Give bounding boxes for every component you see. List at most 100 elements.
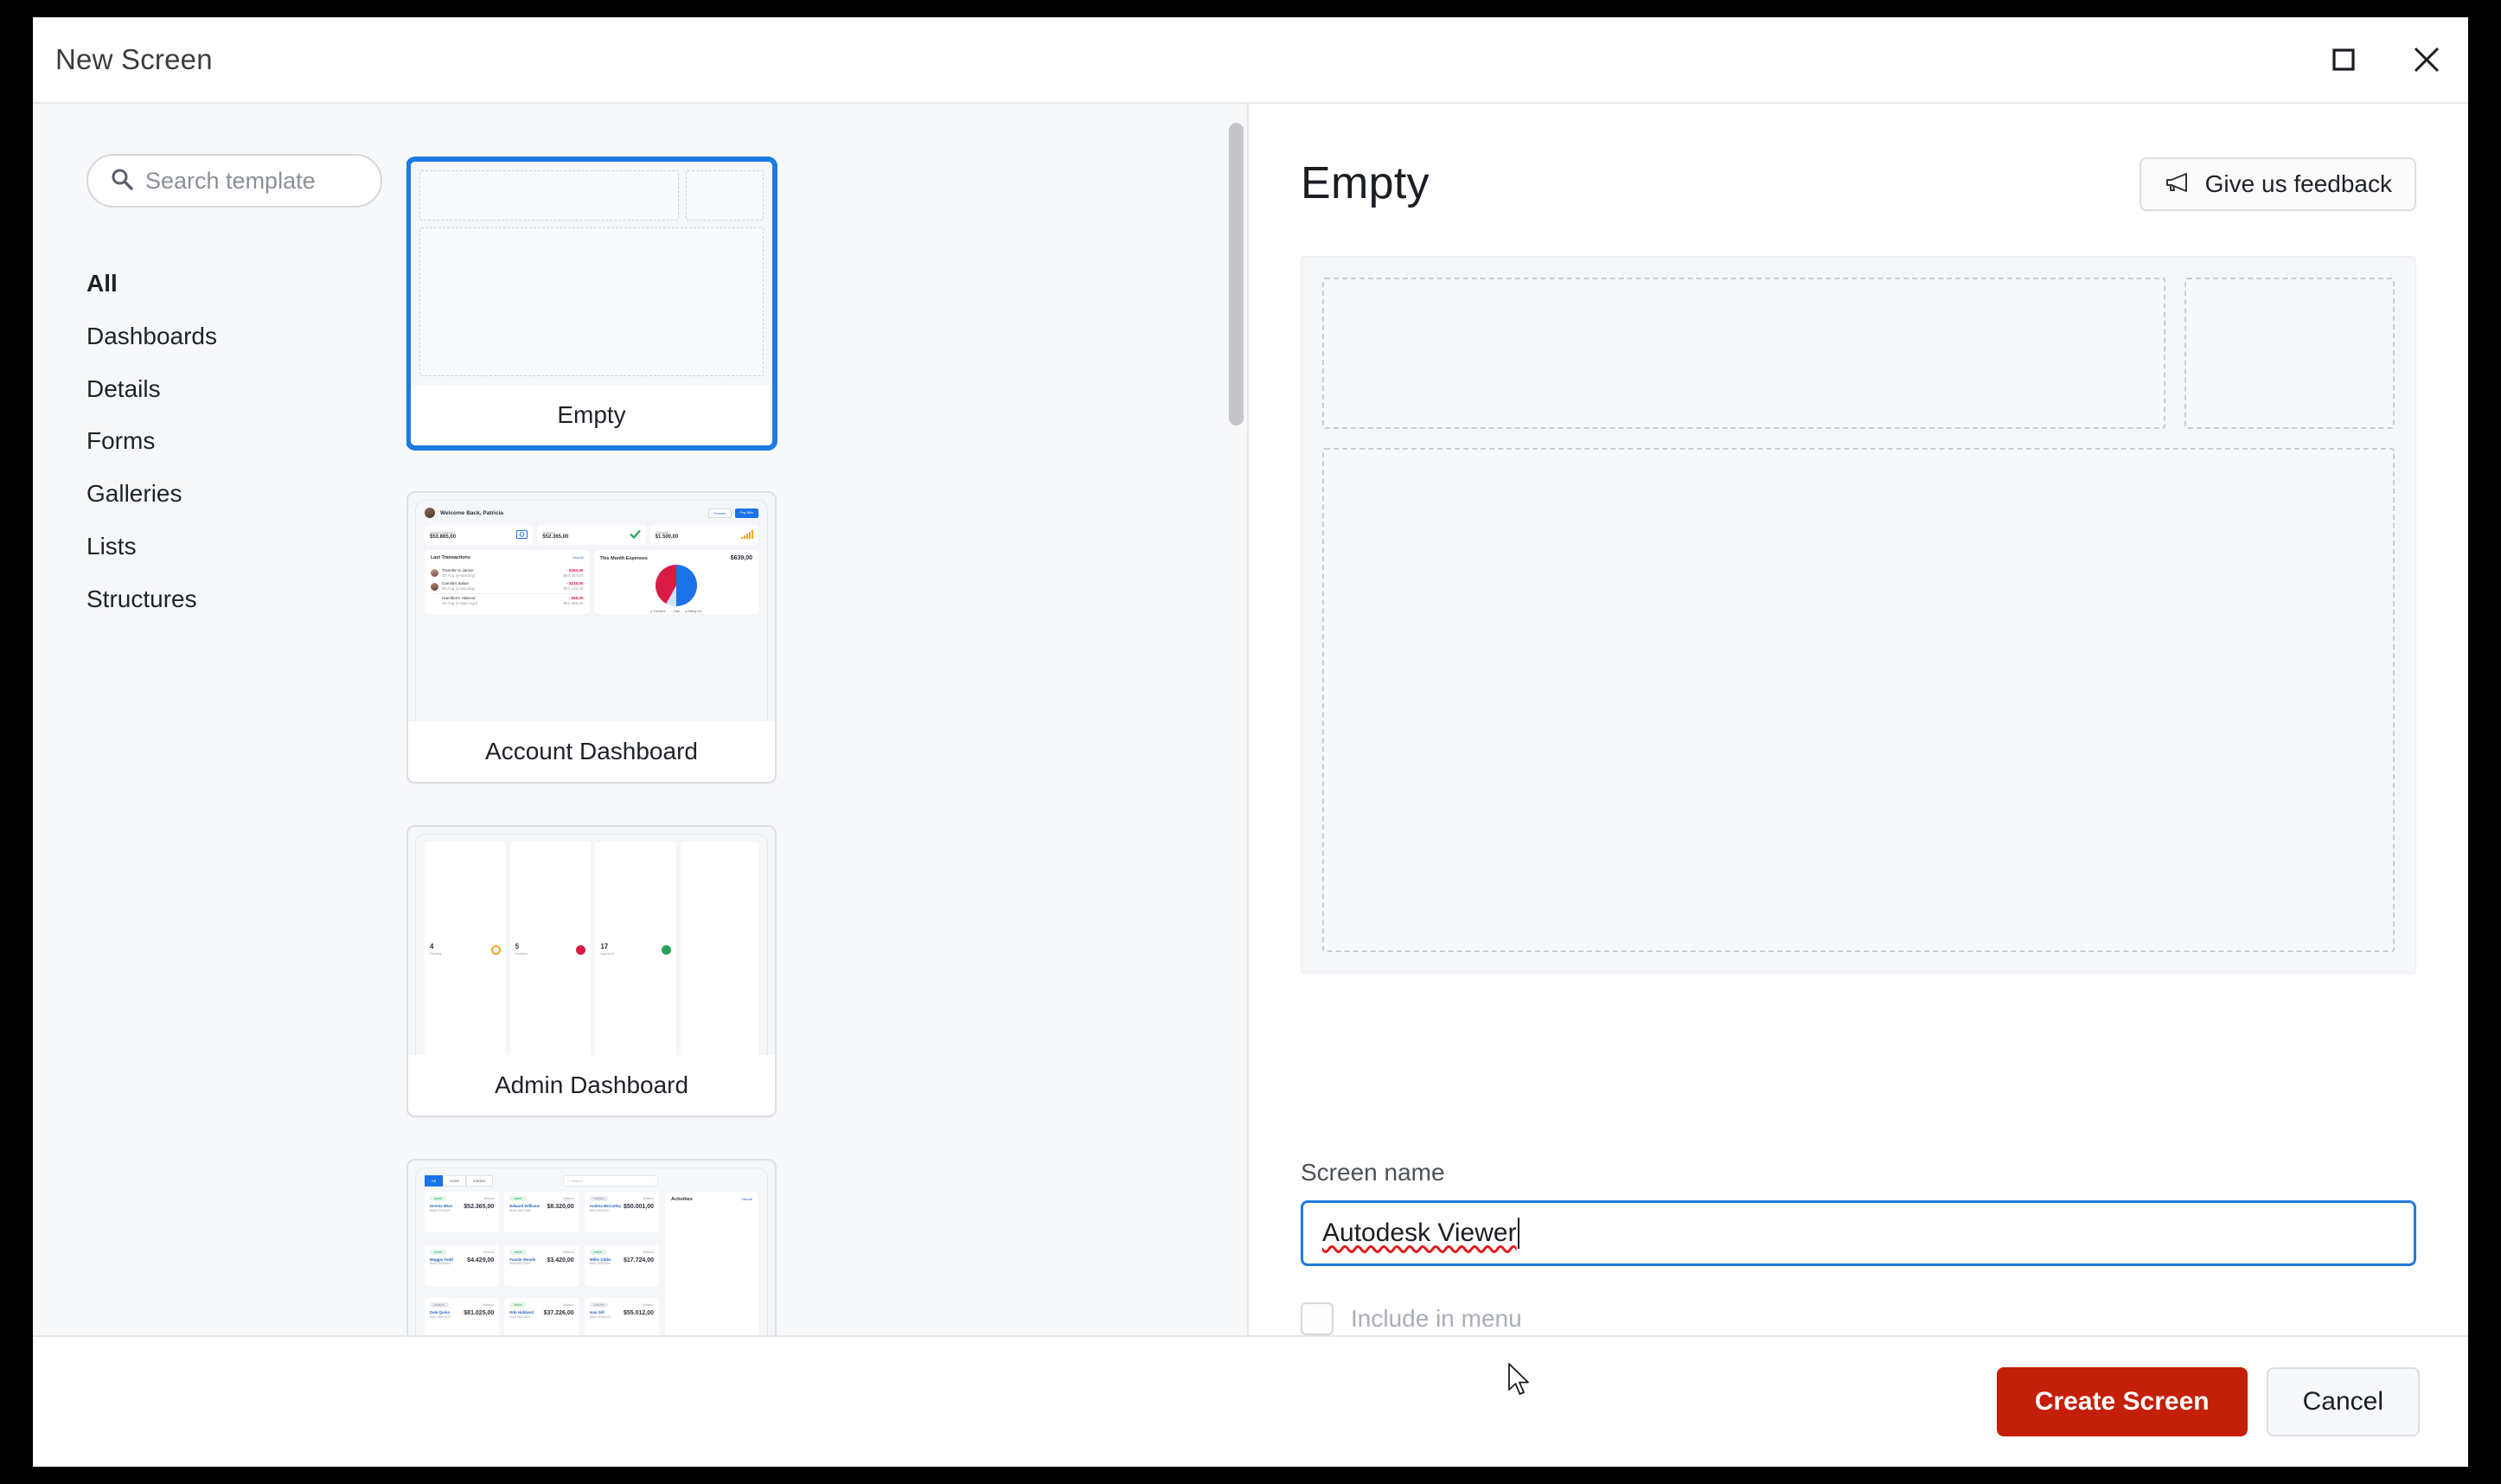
maximize-icon — [2331, 48, 2356, 72]
preview-header: Empty Give us feedback — [1301, 157, 2416, 211]
item-balance: $55.012,00 — [623, 1310, 654, 1316]
thumb-greeting: Welcome Back, Patricia — [440, 509, 503, 516]
item-name: Andrea McCarthy — [589, 1204, 622, 1208]
screen-name-value: Autodesk Viewer — [1322, 1219, 1517, 1247]
balance-label: Balance — [563, 1197, 574, 1200]
list-item[interactable]: Active Balance Edward Williams IBAN 4821705… — [504, 1192, 579, 1232]
search-placeholder: Search template — [145, 167, 316, 194]
category-item-all[interactable]: All — [86, 258, 406, 310]
megaphone-icon — [2164, 171, 2191, 198]
template-grid-scroll: Empty Welcome Back, Patricia Transfer Pa… — [406, 104, 1247, 1335]
item-balance: $8.320,00 — [547, 1204, 574, 1210]
template-label: Account Dashboard — [408, 721, 775, 782]
template-scrollbar-thumb[interactable] — [1229, 123, 1244, 425]
search-template-input[interactable]: Search template — [86, 154, 382, 208]
template-thumbnail-cards-gallery: All Active Inactive ⌕ Search Active Bala… — [408, 1161, 775, 1335]
status-badge: Inactive — [589, 1196, 609, 1201]
preview-title: Empty — [1301, 158, 1430, 208]
balance-label: Balance — [483, 1303, 495, 1307]
category-item-details[interactable]: Details — [86, 363, 406, 416]
thumb-paybills-button: Pay Bills — [734, 508, 758, 518]
list-item[interactable]: Active Balance Maggie Todd IBAN 26233664 $4.… — [425, 1244, 500, 1286]
balance-label: Balance — [643, 1250, 654, 1254]
cancel-button[interactable]: Cancel — [2266, 1367, 2420, 1436]
list-item[interactable]: Active Balance Dennis Wise IBAN 27209427 $52… — [425, 1192, 500, 1232]
search-icon — [109, 166, 135, 196]
template-card-admin-dashboard[interactable]: 4 Pending 5 Declined 17 Approved Admin D… — [406, 825, 777, 1117]
list-item[interactable]: Inactive Balance Dale Quinn IBAN 49507570 $8… — [425, 1298, 500, 1335]
approve-icon — [662, 944, 672, 955]
item-iban: IBAN 88216602 — [509, 1314, 531, 1319]
category-item-galleries[interactable]: Galleries — [86, 468, 406, 521]
item-iban: IBAN 15653571 — [589, 1208, 611, 1212]
preview-placeholder-3[interactable] — [1322, 448, 2395, 952]
balance-label: Balance — [563, 1303, 574, 1307]
screen-preview-canvas — [1301, 256, 2416, 974]
preview-pane: Empty Give us feedback Screen name Autod… — [1249, 104, 2468, 1335]
item-iban: IBAN 43366225 — [589, 1314, 611, 1319]
category-sidebar: Search template All Dashboards Details F… — [33, 104, 406, 1335]
status-badge: Active — [509, 1196, 527, 1201]
balance-label: Balance — [643, 1303, 654, 1307]
screen-name-input[interactable]: Autodesk Viewer — [1301, 1200, 2416, 1266]
item-iban: IBAN 48217055 — [509, 1208, 531, 1212]
status-badge: Inactive — [589, 1302, 609, 1308]
preview-row-bottom — [1322, 448, 2395, 952]
search-icon: ⌕ — [568, 1179, 571, 1183]
balance-label: Balance — [563, 1250, 574, 1254]
text-caret — [1517, 1218, 1519, 1249]
include-in-menu-checkbox[interactable] — [1301, 1302, 1334, 1335]
decline-icon — [576, 944, 586, 955]
template-thumbnail-admin-dashboard: 4 Pending 5 Declined 17 Approved — [408, 827, 775, 1055]
screen-name-label: Screen name — [1301, 1159, 1445, 1186]
close-icon — [2412, 45, 2441, 74]
balance-label: Balance — [643, 1197, 654, 1200]
dialog-footer: Create Screen Cancel — [33, 1335, 2468, 1467]
template-grid: Empty Welcome Back, Patricia Transfer Pa… — [406, 157, 1185, 1335]
check-icon — [629, 529, 641, 541]
dialog-body: Search template All Dashboards Details F… — [33, 104, 2468, 1335]
item-balance: $81.025,00 — [464, 1310, 495, 1316]
item-iban: IBAN 26233664 — [430, 1262, 451, 1265]
status-badge: Active — [589, 1249, 606, 1255]
preview-placeholder-1[interactable] — [1322, 278, 2165, 429]
list-item[interactable]: Active Balance Willie Gibbs IBAN 70302900 $1… — [584, 1244, 659, 1286]
give-feedback-button[interactable]: Give us feedback — [2139, 157, 2416, 211]
category-item-lists[interactable]: Lists — [86, 521, 406, 573]
list-item[interactable]: Inactive Balance Andrea McCarthy IBAN 15653… — [584, 1192, 659, 1232]
template-thumbnail-empty — [411, 162, 772, 385]
list-item[interactable]: Inactive Balance Ivan Gill IBAN 43366225 $55… — [584, 1298, 659, 1335]
category-item-forms[interactable]: Forms — [86, 415, 406, 468]
template-browser-pane: Search template All Dashboards Details F… — [33, 104, 1249, 1335]
new-screen-dialog: New Screen Search template All Dashboard… — [33, 17, 2468, 1467]
preview-scroll: Empty Give us feedback — [1249, 104, 2468, 1124]
thumb-transfer-button: Transfer — [707, 508, 732, 518]
list-item[interactable]: Active Balance Fannie Woods IBAN 66120041 $3… — [504, 1244, 579, 1286]
template-label: Empty — [411, 385, 772, 445]
screen-settings-form: Screen name Autodesk Viewer Include in m… — [1249, 1124, 2468, 1335]
bars-icon — [740, 529, 753, 541]
balance-label: Balance — [483, 1250, 495, 1254]
include-in-menu-row[interactable]: Include in menu — [1301, 1302, 2416, 1335]
item-balance: $52.365,00 — [464, 1204, 495, 1210]
clock-icon — [490, 944, 501, 955]
maximize-button[interactable] — [2302, 17, 2385, 103]
template-label: Admin Dashboard — [408, 1055, 775, 1116]
list-item[interactable]: Active Balance Erik Hubbard IBAN 88216602 $3… — [504, 1298, 579, 1335]
item-balance: $50.001,00 — [623, 1204, 654, 1210]
category-item-structures[interactable]: Structures — [86, 573, 406, 626]
money-icon — [516, 529, 528, 541]
create-screen-button[interactable]: Create Screen — [1996, 1367, 2248, 1436]
template-card-empty[interactable]: Empty — [406, 157, 777, 450]
item-iban: IBAN 49507570 — [430, 1314, 451, 1319]
status-badge: Inactive — [430, 1302, 449, 1308]
item-balance: $3.420,00 — [547, 1257, 574, 1263]
preview-placeholder-2[interactable] — [2184, 278, 2395, 429]
category-item-dashboards[interactable]: Dashboards — [86, 310, 406, 363]
close-button[interactable] — [2385, 17, 2468, 103]
template-card-cards-gallery[interactable]: All Active Inactive ⌕ Search Active Bala… — [406, 1159, 777, 1335]
item-balance: $17.724,00 — [623, 1257, 654, 1263]
template-card-account-dashboard[interactable]: Welcome Back, Patricia Transfer Pay Bill… — [406, 491, 777, 784]
template-scrollbar-track[interactable] — [1228, 104, 1247, 1335]
status-badge: Active — [430, 1249, 447, 1255]
